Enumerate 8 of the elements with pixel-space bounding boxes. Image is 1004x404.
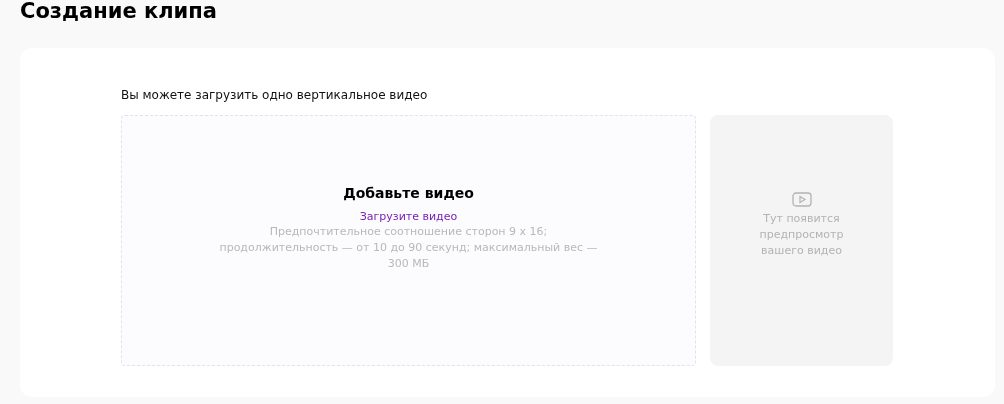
dropzone-title: Добавьте видео: [343, 185, 474, 201]
play-icon: [791, 192, 812, 207]
preview-text: Тут появится предпросмотр вашего видео: [758, 211, 845, 259]
upload-hint: Вы можете загрузить одно вертикальное видео: [121, 87, 428, 103]
upload-dropzone[interactable]: Добавьте видео Загрузите видео Предпочтительное соотношение сторон 9 х 16; продолжительность — от 10 до 90 секунд; максимальный вес — 300 МБ: [121, 115, 696, 366]
page-title: Создание клипа: [19, 0, 217, 22]
requirements-text: Предпочтительное соотношение сторон 9 х 16; продолжительность — от 10 до 90 секунд; максимальный вес — 300 МБ: [218, 224, 599, 272]
upload-link[interactable]: Загрузите видео: [359, 209, 458, 224]
